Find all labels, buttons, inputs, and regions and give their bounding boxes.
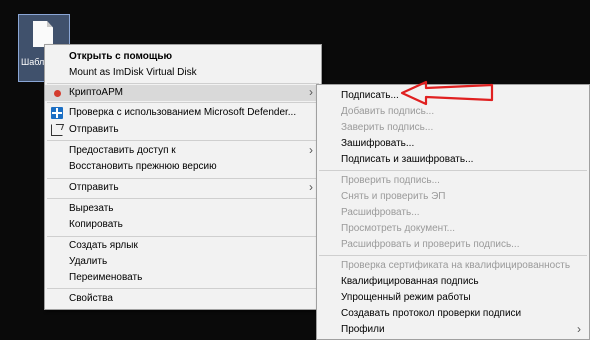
menu-item-cryptoarm[interactable]: КриптоАРМ ›: [45, 85, 321, 101]
menu-separator: [47, 140, 319, 141]
menu-item-delete[interactable]: Удалить: [45, 254, 321, 270]
submenu-item-qualified-signature[interactable]: Квалифицированная подпись: [317, 274, 589, 290]
chevron-right-icon: ›: [309, 85, 313, 99]
cryptoarm-submenu: Подписать... Добавить подпись... Заверит…: [316, 84, 590, 340]
context-menu: Открыть с помощью Mount as ImDisk Virtua…: [44, 44, 322, 310]
menu-item-rename[interactable]: Переименовать: [45, 270, 321, 286]
menu-item-defender-label: Проверка с использованием Microsoft Defe…: [69, 107, 297, 118]
menu-item-mount-imdisk[interactable]: Mount as ImDisk Virtual Disk: [45, 65, 321, 81]
submenu-item-profiles[interactable]: Профили ›: [317, 322, 589, 338]
chevron-right-icon: ›: [309, 143, 313, 157]
chevron-right-icon: ›: [309, 180, 313, 194]
submenu-item-add-signature[interactable]: Добавить подпись...: [317, 104, 589, 120]
menu-item-share-label: Отправить: [69, 124, 119, 135]
submenu-item-remove-verify-es[interactable]: Снять и проверить ЭП: [317, 189, 589, 205]
menu-item-cryptoarm-label: КриптоАРМ: [69, 87, 123, 98]
menu-separator: [319, 255, 587, 256]
menu-item-give-access-label: Предоставить доступ к: [69, 145, 176, 156]
menu-separator: [47, 236, 319, 237]
menu-item-restore-previous[interactable]: Восстановить прежнюю версию: [45, 159, 321, 175]
menu-item-properties[interactable]: Свойства: [45, 291, 321, 307]
menu-separator: [47, 288, 319, 289]
menu-separator: [47, 102, 319, 103]
submenu-item-simplified-mode[interactable]: Упрощенный режим работы: [317, 290, 589, 306]
defender-icon: [51, 107, 63, 119]
submenu-item-cert-qualification-check[interactable]: Проверка сертификата на квалифицированно…: [317, 258, 589, 274]
chevron-right-icon: ›: [577, 322, 581, 336]
submenu-item-view-document[interactable]: Просмотреть документ...: [317, 221, 589, 237]
submenu-item-create-verification-report[interactable]: Создавать протокол проверки подписи: [317, 306, 589, 322]
menu-item-cut[interactable]: Вырезать: [45, 201, 321, 217]
menu-item-copy[interactable]: Копировать: [45, 217, 321, 233]
menu-separator: [47, 83, 319, 84]
annotation-arrow-icon: [400, 80, 494, 106]
submenu-item-decrypt-and-verify[interactable]: Расшифровать и проверить подпись...: [317, 237, 589, 253]
menu-separator: [47, 178, 319, 179]
menu-item-defender-scan[interactable]: Проверка с использованием Microsoft Defe…: [45, 105, 321, 121]
submenu-item-sign-and-encrypt[interactable]: Подписать и зашифровать...: [317, 152, 589, 168]
menu-separator: [47, 198, 319, 199]
submenu-item-encrypt[interactable]: Зашифровать...: [317, 136, 589, 152]
submenu-item-certify-signature[interactable]: Заверить подпись...: [317, 120, 589, 136]
menu-item-send-to-label: Отправить: [69, 182, 119, 193]
cryptoarm-icon: [54, 90, 61, 97]
menu-item-create-shortcut[interactable]: Создать ярлык: [45, 238, 321, 254]
submenu-item-profiles-label: Профили: [341, 324, 385, 335]
menu-item-give-access[interactable]: Предоставить доступ к ›: [45, 143, 321, 159]
submenu-item-decrypt[interactable]: Расшифровать...: [317, 205, 589, 221]
menu-item-open-with[interactable]: Открыть с помощью: [45, 49, 321, 65]
submenu-item-verify-signature[interactable]: Проверить подпись...: [317, 173, 589, 189]
menu-item-share[interactable]: Отправить: [45, 122, 321, 138]
menu-separator: [319, 170, 587, 171]
share-icon: [51, 124, 63, 136]
menu-item-send-to[interactable]: Отправить ›: [45, 180, 321, 196]
